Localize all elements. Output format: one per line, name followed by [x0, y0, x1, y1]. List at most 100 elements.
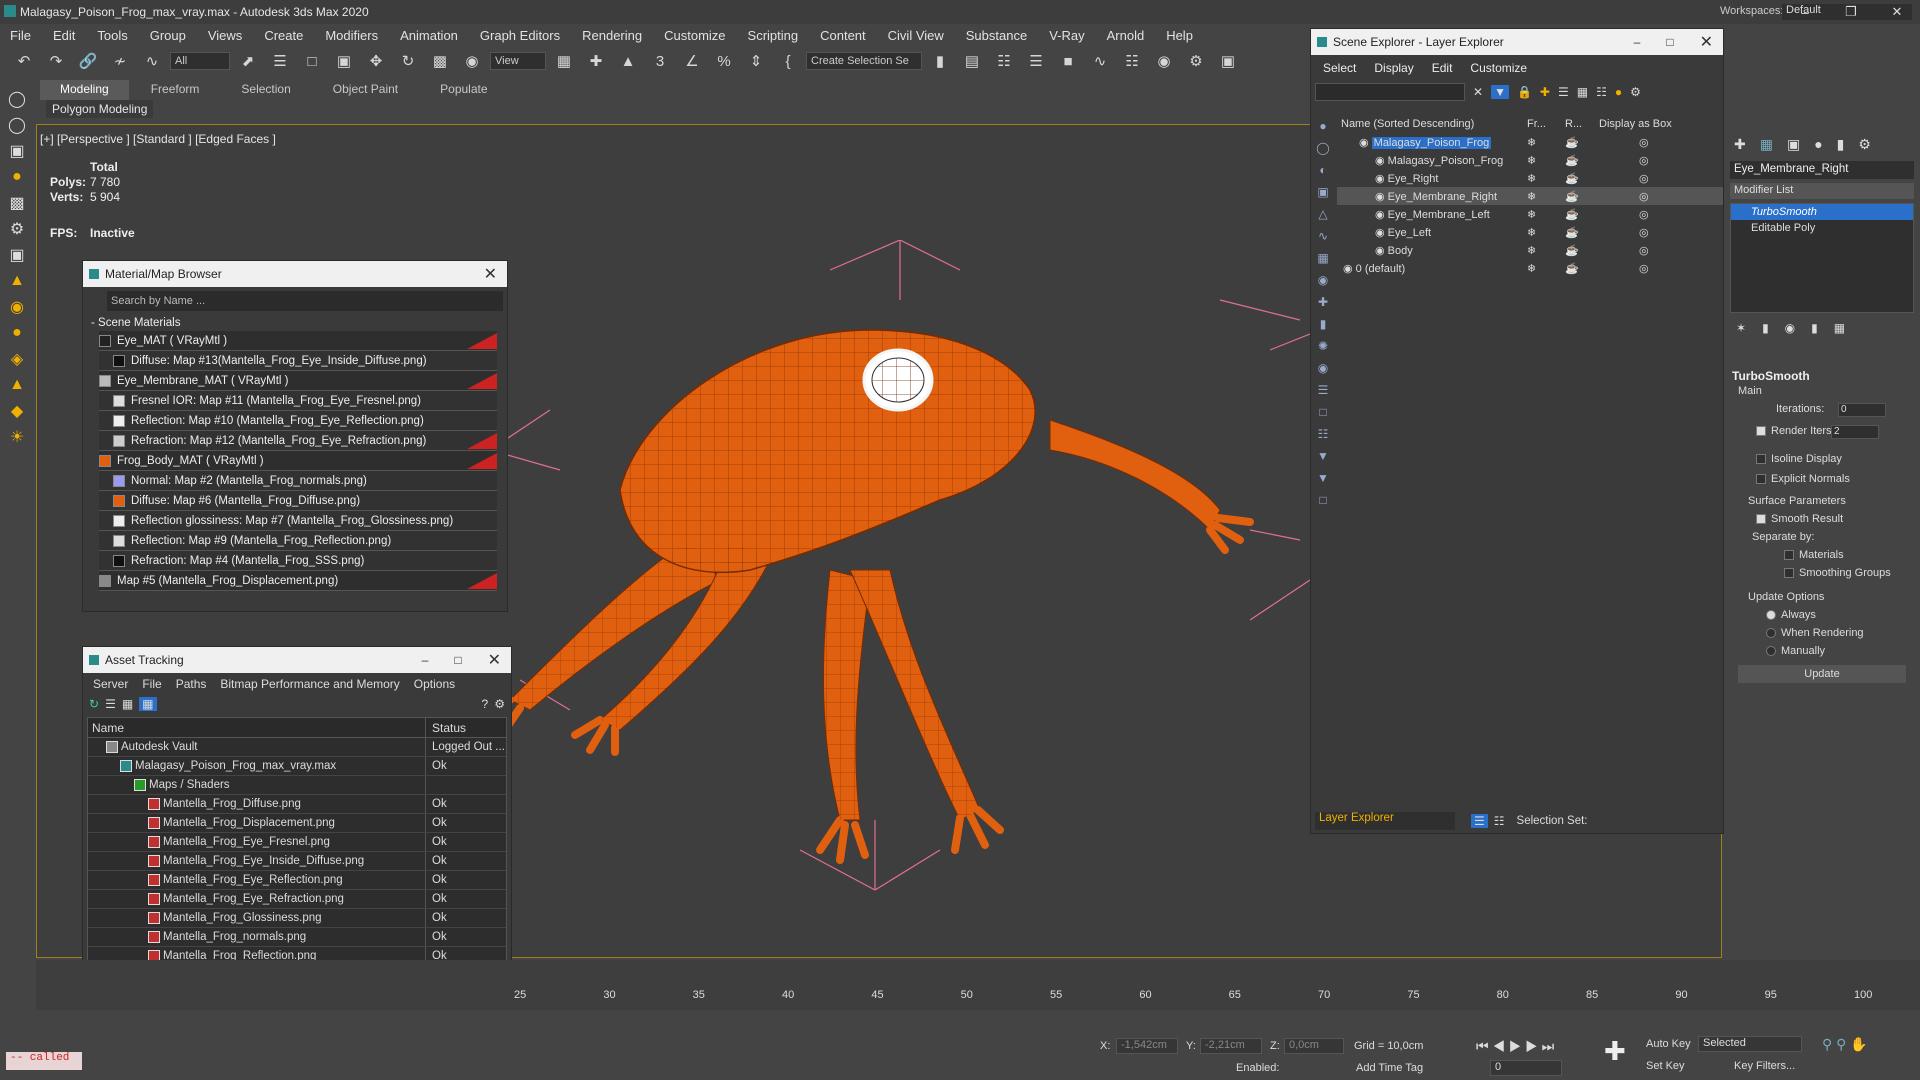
gear-icon[interactable]: ⚙: [1630, 85, 1641, 99]
render-iters-spinner[interactable]: 2: [1831, 425, 1879, 439]
sx-menu-customize[interactable]: Customize: [1470, 61, 1527, 75]
folder-icon[interactable]: □: [1311, 489, 1335, 511]
material-item[interactable]: Map #5 (Mantella_Frog_Displacement.png): [99, 571, 497, 591]
materials-checkbox[interactable]: [1784, 550, 1794, 561]
freeze-icon[interactable]: ❄: [1527, 154, 1565, 167]
remove-modifier-icon[interactable]: ▮: [1811, 321, 1818, 335]
window-crossing-icon[interactable]: ▣: [330, 49, 358, 73]
explorer-mode-select[interactable]: Layer Explorer: [1315, 812, 1455, 830]
map-item[interactable]: Reflection: Map #10 (Mantella_Frog_Eye_R…: [99, 411, 497, 431]
select-manipulate-icon[interactable]: ✚: [582, 49, 610, 73]
iterations-spinner[interactable]: 0: [1838, 403, 1886, 417]
show-end-result-icon[interactable]: ▮: [1762, 321, 1769, 335]
freeze-icon[interactable]: ❄: [1527, 190, 1565, 203]
layers-icon[interactable]: ☰: [1558, 85, 1569, 99]
asset-menu-paths[interactable]: Paths: [176, 677, 207, 691]
sort-icon[interactable]: ☷: [1494, 814, 1505, 828]
display-as-box-icon[interactable]: ◎: [1599, 190, 1649, 203]
menu-customize[interactable]: Customize: [654, 28, 737, 43]
asset-row[interactable]: Maps / Shaders: [88, 776, 506, 795]
smoothing-groups-checkbox[interactable]: [1784, 568, 1794, 579]
menu-views[interactable]: Views: [198, 28, 254, 43]
filter-icon[interactable]: ▼: [1491, 85, 1509, 99]
menu-content[interactable]: Content: [810, 28, 878, 43]
renderable-icon[interactable]: ☕: [1565, 208, 1599, 221]
scene-tree-row[interactable]: ◉ Eye_Right ❄ ☕ ◎: [1337, 169, 1723, 187]
unlink-icon[interactable]: ≁: [106, 49, 134, 73]
rotate-icon[interactable]: ↻: [394, 49, 422, 73]
freeze-icon[interactable]: ❄: [1527, 136, 1565, 149]
layers-toggle-icon[interactable]: ☰: [1471, 814, 1488, 828]
refresh-icon[interactable]: ↻: [89, 697, 99, 711]
menu-vray[interactable]: V-Ray: [1039, 28, 1096, 43]
list-icon[interactable]: ☰: [105, 697, 116, 711]
freeze-icon[interactable]: ❄: [1527, 262, 1565, 275]
configure-sets-icon[interactable]: ▦: [1834, 321, 1845, 335]
create-tab-icon[interactable]: ✚: [1734, 136, 1746, 153]
modify-tab-icon[interactable]: ▦: [1760, 136, 1773, 153]
scene-tree-row[interactable]: ◉ Malagasy_Poison_Frog ❄ ☕ ◎: [1337, 133, 1723, 151]
display-particles-icon[interactable]: ✺: [1311, 335, 1335, 357]
asset-menu-server[interactable]: Server: [93, 677, 128, 691]
isoline-checkbox[interactable]: [1756, 454, 1766, 465]
visibility-eye-icon[interactable]: ◉: [1375, 173, 1388, 185]
next-frame-icon[interactable]: ▶: [1525, 1038, 1538, 1054]
freeze-icon[interactable]: ❄: [1527, 208, 1565, 221]
helper-icon[interactable]: ◉: [0, 294, 34, 320]
manually-radio[interactable]: [1766, 646, 1776, 657]
asset-row[interactable]: Mantella_Frog_Eye_Refraction.png Ok: [88, 890, 506, 909]
display-spacewarps-icon[interactable]: ∿: [1311, 225, 1335, 247]
freeze-icon[interactable]: ❄: [1527, 244, 1565, 257]
stack-turbosmooth[interactable]: TurboSmooth: [1731, 204, 1913, 220]
filter-funnel-icon[interactable]: ▼: [1311, 445, 1335, 467]
table-icon[interactable]: ▦: [122, 697, 133, 711]
display-as-box-icon[interactable]: ◎: [1599, 154, 1649, 167]
display-none-icon[interactable]: □: [1311, 401, 1335, 423]
current-frame-field[interactable]: 0: [1490, 1060, 1562, 1076]
minimize-icon[interactable]: –: [1634, 35, 1641, 49]
display-lights-icon[interactable]: ◐: [1311, 159, 1335, 181]
select-object-icon[interactable]: ⬈: [234, 49, 262, 73]
menu-substance[interactable]: Substance: [956, 28, 1039, 43]
menu-civil-view[interactable]: Civil View: [878, 28, 956, 43]
modifier-list-select[interactable]: Modifier List: [1730, 183, 1914, 199]
key-mode-select[interactable]: Selected: [1698, 1036, 1802, 1052]
spacewarp-icon[interactable]: ●: [0, 320, 34, 346]
map-item[interactable]: Normal: Map #2 (Mantella_Frog_normals.pn…: [99, 471, 497, 491]
scale-icon[interactable]: ▩: [426, 49, 454, 73]
settings-icon[interactable]: ⚙: [494, 697, 505, 711]
renderable-icon[interactable]: ☕: [1565, 190, 1599, 203]
redo-icon[interactable]: ↷: [42, 49, 70, 73]
zoom-icon[interactable]: ⚲: [1822, 1036, 1832, 1052]
z-coord-field[interactable]: 0,0cm: [1284, 1038, 1344, 1054]
asset-row[interactable]: Mantella_Frog_Eye_Fresnel.png Ok: [88, 833, 506, 852]
motion-tab-icon[interactable]: ●: [1814, 136, 1822, 153]
asset-row[interactable]: Mantella_Frog_Glossiness.png Ok: [88, 909, 506, 928]
renderable-icon[interactable]: ☕: [1565, 226, 1599, 239]
scene-explorer-icon[interactable]: ☷: [990, 49, 1018, 73]
frog-model[interactable]: [490, 240, 1310, 920]
grid-view-icon[interactable]: ▦: [139, 697, 157, 711]
map-item[interactable]: Refraction: Map #12 (Mantella_Frog_Eye_R…: [99, 431, 497, 451]
scene-tree-row[interactable]: ◉ Eye_Left ❄ ☕ ◎: [1337, 223, 1723, 241]
maximize-icon[interactable]: □: [454, 653, 461, 667]
create-icon[interactable]: ◯: [0, 86, 34, 112]
sx-menu-select[interactable]: Select: [1323, 61, 1356, 75]
material-item[interactable]: Eye_MAT ( VRayMtl ): [99, 331, 497, 351]
asset-row[interactable]: Autodesk Vault Logged Out ...: [88, 738, 506, 757]
asset-row[interactable]: Mantella_Frog_Eye_Inside_Diffuse.png Ok: [88, 852, 506, 871]
display-cameras-icon[interactable]: ▣: [1311, 181, 1335, 203]
material-item[interactable]: Frog_Body_MAT ( VRayMtl ): [99, 451, 497, 471]
selection-filter-select[interactable]: All: [170, 52, 230, 70]
lock-icon[interactable]: 🔒: [1517, 85, 1532, 99]
light-icon[interactable]: ▲: [0, 268, 34, 294]
edit-named-sel-icon[interactable]: {: [774, 49, 802, 73]
display-as-box-icon[interactable]: ◎: [1599, 262, 1649, 275]
new-layer-icon[interactable]: ✚: [1540, 85, 1550, 99]
viewport-label[interactable]: [+] [Perspective ] [Standard ] [Edged Fa…: [40, 132, 276, 146]
menu-create[interactable]: Create: [254, 28, 315, 43]
maximize-icon[interactable]: ❐: [1828, 0, 1874, 24]
display-frozen-icon[interactable]: ◉: [1311, 357, 1335, 379]
render-iters-checkbox[interactable]: [1756, 426, 1766, 437]
display-helpers-icon[interactable]: △: [1311, 203, 1335, 225]
